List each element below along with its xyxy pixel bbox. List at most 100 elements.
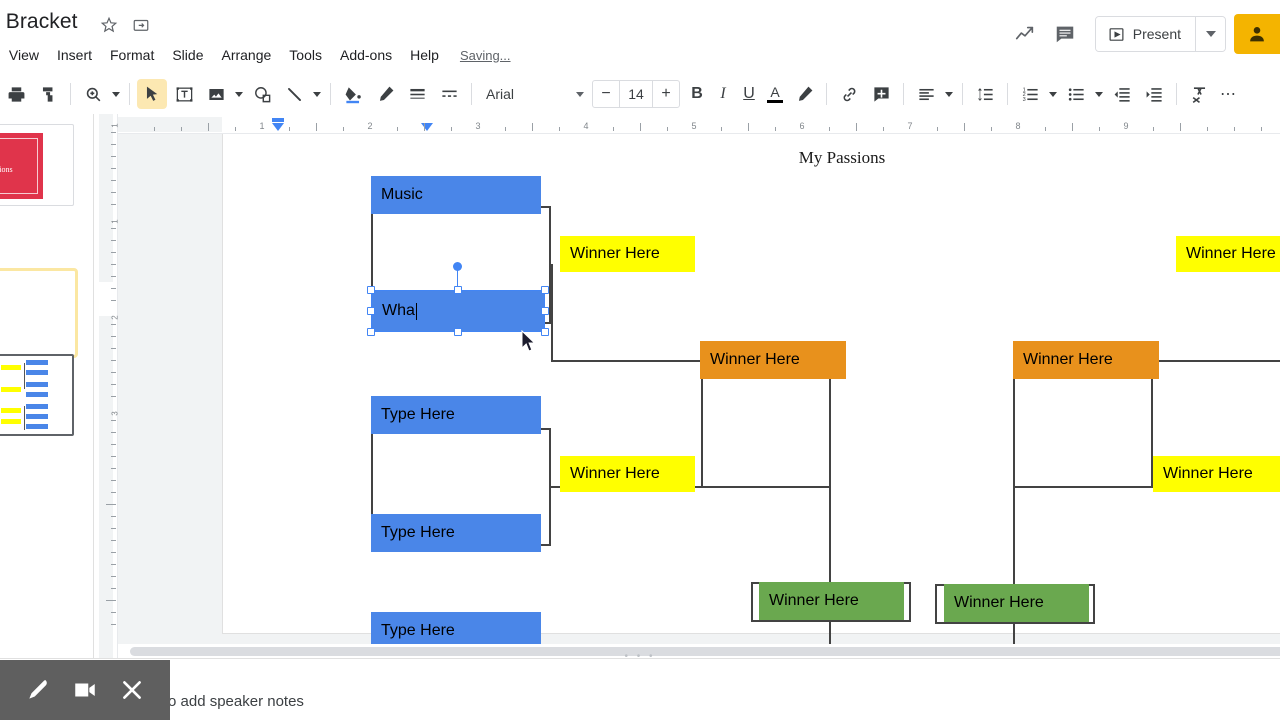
notes-resize-grip[interactable]: • • • bbox=[0, 651, 1280, 662]
bracket-node-type-here[interactable]: Type Here bbox=[371, 396, 541, 434]
line-spacing-icon[interactable] bbox=[970, 79, 1000, 109]
close-icon[interactable] bbox=[115, 673, 149, 707]
menu-item-view[interactable]: View bbox=[0, 44, 48, 66]
slide-thumbnail-2[interactable]: .....ilerts... bbox=[0, 354, 74, 436]
slide-filmstrip[interactable]: My Passions bbox=[0, 114, 94, 658]
present-dropdown-caret-icon[interactable] bbox=[1195, 17, 1225, 51]
bracket-node-winner-here[interactable]: Winner Here bbox=[1176, 236, 1280, 272]
insert-comment-icon[interactable] bbox=[866, 79, 896, 109]
selected-text-box[interactable]: Wha bbox=[371, 290, 545, 332]
resize-handle-sw[interactable] bbox=[367, 328, 375, 336]
shape-icon[interactable] bbox=[247, 79, 277, 109]
vertical-ruler-tick bbox=[111, 288, 116, 289]
share-person-icon[interactable] bbox=[1234, 14, 1280, 54]
print-icon[interactable] bbox=[1, 79, 31, 109]
menu-item-insert[interactable]: Insert bbox=[48, 44, 101, 66]
italic-button[interactable]: I bbox=[710, 80, 736, 108]
highlight-color-icon[interactable] bbox=[789, 79, 819, 109]
line-weight-icon[interactable] bbox=[402, 79, 432, 109]
increase-indent-icon[interactable] bbox=[1139, 79, 1169, 109]
bulleted-list-dropdown-caret-icon[interactable] bbox=[1092, 79, 1106, 109]
line-dash-icon[interactable] bbox=[434, 79, 464, 109]
bulleted-list-icon[interactable] bbox=[1061, 79, 1091, 109]
image-dropdown-caret-icon[interactable] bbox=[232, 79, 246, 109]
resize-handle-e[interactable] bbox=[541, 307, 549, 315]
increase-font-size-button[interactable]: + bbox=[653, 81, 679, 107]
horizontal-ruler-tick bbox=[505, 127, 506, 131]
move-to-folder-icon[interactable] bbox=[132, 16, 152, 36]
underline-button[interactable]: U bbox=[736, 80, 762, 108]
font-family-selector[interactable]: Arial bbox=[478, 80, 588, 108]
vertical-ruler-tick bbox=[111, 432, 116, 433]
numbered-list-icon[interactable]: 123 bbox=[1015, 79, 1045, 109]
bracket-node-winner-here[interactable]: Winner Here bbox=[1153, 456, 1280, 492]
zoom-icon[interactable] bbox=[78, 79, 108, 109]
insert-link-icon[interactable] bbox=[834, 79, 864, 109]
slide-canvas-area[interactable]: My Passions Music Type Here Type Here Ty… bbox=[118, 134, 1280, 658]
present-button[interactable]: Present bbox=[1095, 17, 1195, 51]
rotation-handle[interactable] bbox=[453, 262, 462, 271]
clear-formatting-icon[interactable] bbox=[1184, 79, 1214, 109]
bold-button[interactable]: B bbox=[684, 80, 710, 108]
align-dropdown-caret-icon[interactable] bbox=[942, 79, 956, 109]
bracket-node-type-here[interactable]: Type Here bbox=[371, 514, 541, 552]
camera-icon[interactable] bbox=[68, 673, 102, 707]
decrease-indent-icon[interactable] bbox=[1107, 79, 1137, 109]
menu-item-help[interactable]: Help bbox=[401, 44, 448, 66]
menu-item-tools[interactable]: Tools bbox=[280, 44, 331, 66]
menu-item-format[interactable]: Format bbox=[101, 44, 163, 66]
vertical-ruler[interactable]: 1123 bbox=[94, 114, 120, 658]
slide-editing-surface[interactable]: My Passions Music Type Here Type Here Ty… bbox=[222, 134, 1280, 658]
horizontal-ruler[interactable]: 1 2 3 4 5 6 7 8 9 bbox=[118, 114, 1280, 134]
line-icon[interactable] bbox=[279, 79, 309, 109]
more-options-icon[interactable]: ⋯ bbox=[1215, 80, 1241, 108]
activity-trending-icon[interactable] bbox=[1005, 14, 1045, 54]
bracket-node-winner-here[interactable]: Winner Here bbox=[560, 236, 695, 272]
text-color-button[interactable]: A bbox=[762, 80, 788, 108]
star-icon[interactable] bbox=[100, 16, 120, 36]
line-dropdown-caret-icon[interactable] bbox=[310, 79, 324, 109]
select-arrow-icon[interactable] bbox=[137, 79, 167, 109]
left-indent-marker[interactable] bbox=[272, 123, 284, 131]
comment-icon[interactable] bbox=[1045, 14, 1085, 54]
speaker-notes-pane[interactable]: • • • o add speaker notes bbox=[0, 651, 1280, 720]
saving-status[interactable]: Saving... bbox=[460, 48, 511, 63]
resize-handle-se[interactable] bbox=[541, 328, 549, 336]
vertical-ruler-tick bbox=[111, 300, 116, 301]
pen-icon[interactable] bbox=[21, 673, 55, 707]
resize-handle-w[interactable] bbox=[367, 307, 375, 315]
toolbar-separator bbox=[1007, 83, 1008, 105]
menu-bar: t View Insert Format Slide Arrange Tools… bbox=[0, 44, 511, 66]
resize-handle-ne[interactable] bbox=[541, 286, 549, 294]
document-title[interactable]: n Bracket bbox=[0, 10, 78, 34]
menu-item-slide[interactable]: Slide bbox=[163, 44, 212, 66]
paint-format-icon[interactable] bbox=[33, 79, 63, 109]
fill-color-icon[interactable] bbox=[338, 79, 368, 109]
resize-handle-n[interactable] bbox=[454, 286, 462, 294]
vertical-ruler-tick bbox=[111, 468, 116, 469]
right-indent-marker[interactable] bbox=[421, 123, 433, 131]
font-size-input[interactable]: 14 bbox=[619, 81, 653, 107]
slide-title-text[interactable]: My Passions bbox=[223, 148, 1280, 168]
slide-thumbnail-1[interactable]: My Passions bbox=[0, 124, 74, 206]
line-color-icon[interactable] bbox=[370, 79, 400, 109]
bracket-node-winner-here[interactable]: Winner Here bbox=[1013, 341, 1159, 379]
menu-item-addons[interactable]: Add-ons bbox=[331, 44, 401, 66]
menu-item-arrange[interactable]: Arrange bbox=[212, 44, 280, 66]
image-icon[interactable] bbox=[201, 79, 231, 109]
bracket-node-winner-here[interactable]: Winner Here bbox=[700, 341, 846, 379]
numbered-list-dropdown-caret-icon[interactable] bbox=[1046, 79, 1060, 109]
resize-handle-nw[interactable] bbox=[367, 286, 375, 294]
align-icon[interactable] bbox=[911, 79, 941, 109]
decrease-font-size-button[interactable]: − bbox=[593, 81, 619, 107]
horizontal-ruler-tick bbox=[532, 123, 533, 131]
bracket-node-winner-here[interactable]: Winner Here bbox=[560, 456, 695, 492]
resize-handle-s[interactable] bbox=[454, 328, 462, 336]
first-line-indent-marker[interactable] bbox=[272, 118, 284, 122]
speaker-notes-placeholder[interactable]: o add speaker notes bbox=[168, 693, 304, 710]
bracket-node-winner-here[interactable]: Winner Here bbox=[759, 582, 904, 620]
text-box-icon[interactable] bbox=[169, 79, 199, 109]
zoom-dropdown-caret-icon[interactable] bbox=[109, 79, 123, 109]
bracket-node-winner-here[interactable]: Winner Here bbox=[944, 584, 1089, 622]
bracket-node-music[interactable]: Music bbox=[371, 176, 541, 214]
